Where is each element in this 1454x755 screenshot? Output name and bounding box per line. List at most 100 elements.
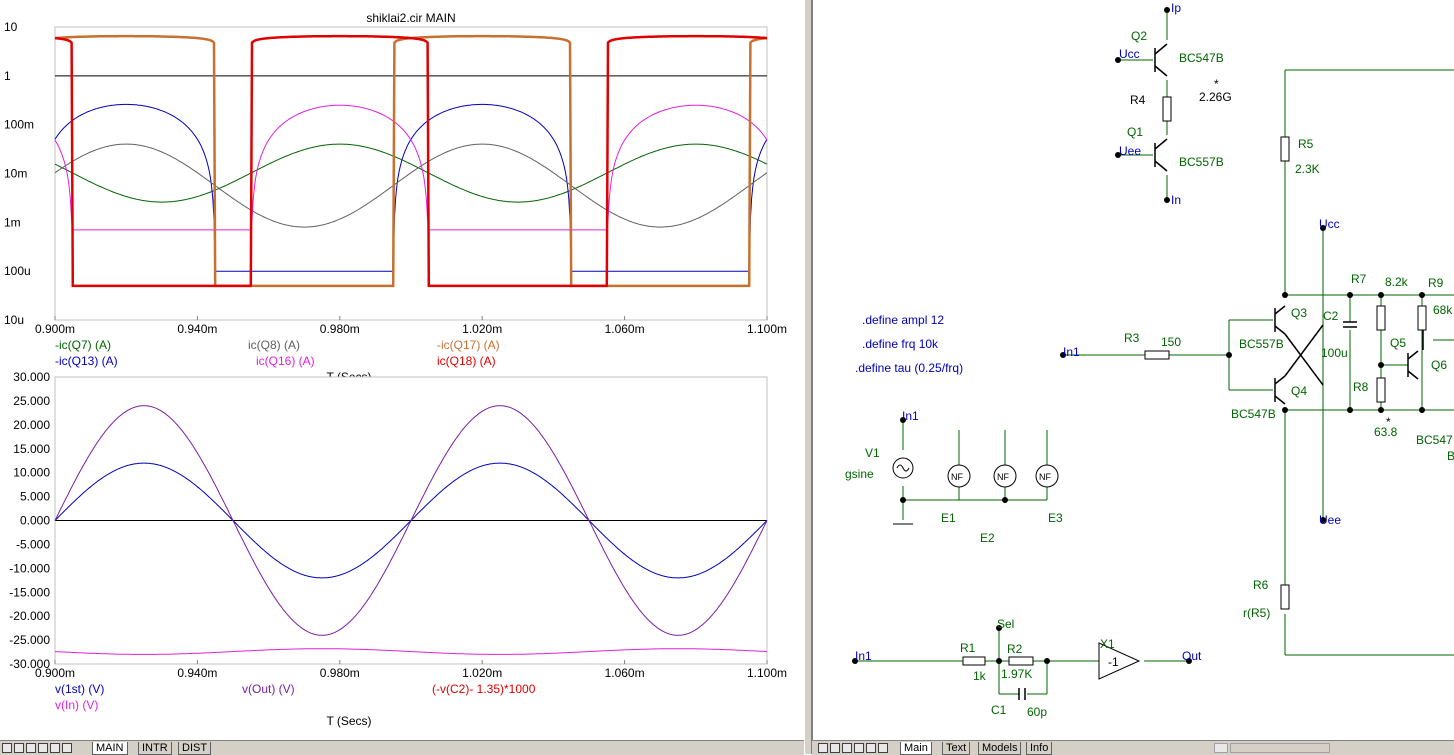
label-x1: X1 [1100,637,1115,651]
label-b-fragment: B [1447,449,1454,463]
label-r4: R4 [1130,93,1146,107]
top-legend-entry[interactable]: ic(Q16) (A) [256,354,315,368]
plot-pane[interactable]: shiklai2.cir MAIN 10 1 100m 10m 1m 100u 10u 0.… [0,0,804,740]
top-x-tick-label: 0.940m [177,322,217,336]
top-legend-entry[interactable]: ic(Q18) (A) [437,354,496,368]
label-q2-model: BC547B [1179,51,1224,65]
tab-dist[interactable]: DIST [178,742,212,755]
nav-prev-page-icon[interactable] [842,743,852,753]
tab-main-schematic[interactable]: Main [900,742,932,755]
nav-next-icon[interactable] [866,743,876,753]
bottom-y-tick-label: 25.000 [13,394,50,408]
plot-title: shiklai2.cir MAIN [366,11,455,25]
hscroll-thumb[interactable] [1230,743,1330,753]
nav-last-icon[interactable] [62,743,72,753]
tab-main[interactable]: MAIN [92,742,128,755]
label-r5: R5 [1298,137,1314,151]
bottom-plot[interactable]: 30.000 25.000 20.000 15.000 10.000 5.000 0.000… [9,370,787,728]
nav-prev-icon[interactable] [14,743,24,753]
schematic-pane[interactable]: Ip In Ucc Uee Q2 BC547B R4 2.26G * Q1 BC… [812,0,1454,740]
resistor-r1 [962,656,986,666]
label-q5: Q5 [1390,336,1406,350]
label-r1-value: 1k [973,669,987,683]
bottom-y-tick-label: -25.000 [9,633,50,647]
pane-splitter[interactable] [804,0,812,754]
bottom-legend[interactable]: v(1st) (V) v(In) (V) v(Out) (V) (-v(C2)- 1.… [55,682,536,712]
tab-info[interactable]: Info [1026,742,1053,755]
define-frq: .define frq 10k [862,337,939,351]
bottom-x-tick-label: 0.980m [320,666,360,680]
top-y-tick-label: 1m [4,215,21,229]
label-nf-3: NF [1039,472,1051,482]
nav-prev-page-icon[interactable] [26,743,36,753]
bottom-x-tick-label: 0.940m [177,666,217,680]
label-star-1: * [1214,77,1219,91]
define-statements: .define ampl 12 .define frq 10k .define … [855,313,963,375]
capacitors [1018,321,1357,700]
tab-text[interactable]: Text [942,742,971,755]
bottom-legend-entry[interactable]: (-v(C2)- 1.35)*1000 [432,682,536,696]
label-r6: R6 [1253,578,1269,592]
top-legend[interactable]: -ic(Q7) (A) -ic(Q13) (A) ic(Q8) (A) ic(Q16)… [55,338,500,368]
label-c1: C1 [991,703,1007,717]
nav-next-page-icon[interactable] [38,743,48,753]
nav-next-page-icon[interactable] [854,743,864,753]
top-legend-entry[interactable]: -ic(Q13) (A) [55,354,118,368]
bottom-y-tick-label: 0.000 [20,514,50,528]
bottom-y-tick-label: 15.000 [13,442,50,456]
label-c1-value: 60p [1027,705,1047,719]
bottom-y-tick-label: 30.000 [13,370,50,384]
label-q4: Q4 [1291,384,1307,398]
label-nf-2: NF [997,472,1009,482]
bottom-legend-entry[interactable]: v(Out) (V) [242,682,295,696]
label-r2-value: 1.97K [1001,667,1032,681]
transistors [1154,43,1424,405]
label-q6-model: BC547 [1416,433,1453,447]
label-r7-value: 8.2k [1385,275,1409,289]
top-x-tick-label: 0.980m [320,322,360,336]
label-star-2: * [1386,415,1391,429]
label-q6: Q6 [1431,358,1447,372]
label-c2: C2 [1323,309,1339,323]
label-r5-value: 2.3K [1295,162,1320,176]
tab-intr[interactable]: INTR [138,742,172,755]
hscroll-left-arrow[interactable] [1214,743,1228,753]
label-x1-gain: -1 [1108,655,1119,669]
label-in1-b: In1 [902,409,919,423]
top-y-tick-label: 10m [4,167,27,181]
top-y-tick-label: 100u [4,264,31,278]
tab-models[interactable]: Models [978,742,1022,755]
top-x-tick-label: 1.020m [462,322,502,336]
top-y-tick-label: 10 [4,20,18,34]
label-e3: E3 [1048,511,1063,525]
top-legend-entry[interactable]: -ic(Q7) (A) [55,338,111,352]
top-legend-entry[interactable]: -ic(Q17) (A) [437,338,500,352]
top-legend-entry[interactable]: ic(Q8) (A) [248,338,300,352]
define-tau: .define tau (0.25/frq) [855,361,963,375]
bottom-y-tick-label: -20.000 [9,609,50,623]
bottom-x-label: T (Secs) [326,714,371,728]
label-sel: Sel [997,617,1014,631]
label-uee-1: Uee [1119,144,1141,158]
bottom-y-axis: 30.000 25.000 20.000 15.000 10.000 5.000 0.000… [9,370,50,671]
bottom-legend-entry[interactable]: v(In) (V) [55,698,98,712]
nav-first-icon[interactable] [2,743,12,753]
top-plot[interactable]: 10 1 100m 10m 1m 100u 10u 0.900m 0.940m 0.980m 1.… [4,20,787,384]
label-e1: E1 [941,511,956,525]
schematic-canvas[interactable]: Ip In Ucc Uee Q2 BC547B R4 2.26G * Q1 BC… [813,0,1454,740]
nav-last-icon[interactable] [878,743,888,753]
bottom-x-tick-label: 1.100m [747,666,787,680]
bottom-legend-entry[interactable]: v(1st) (V) [55,682,104,696]
label-r1: R1 [960,641,976,655]
schematic-tab-bar: Main Text Models Info [812,740,1454,755]
nav-first-icon[interactable] [818,743,828,753]
nav-next-icon[interactable] [50,743,60,753]
top-x-tick-label: 0.900m [35,322,75,336]
top-y-tick-label: 100m [4,118,34,132]
label-r3-value: 150 [1161,335,1181,349]
plot-tab-bar: MAIN INTR DIST [0,740,804,755]
label-out: Out [1182,649,1202,663]
label-in1-a: In1 [1063,345,1080,359]
nav-prev-icon[interactable] [830,743,840,753]
analysis-plot[interactable]: shiklai2.cir MAIN 10 1 100m 10m 1m 100u 10u 0.… [0,0,804,740]
